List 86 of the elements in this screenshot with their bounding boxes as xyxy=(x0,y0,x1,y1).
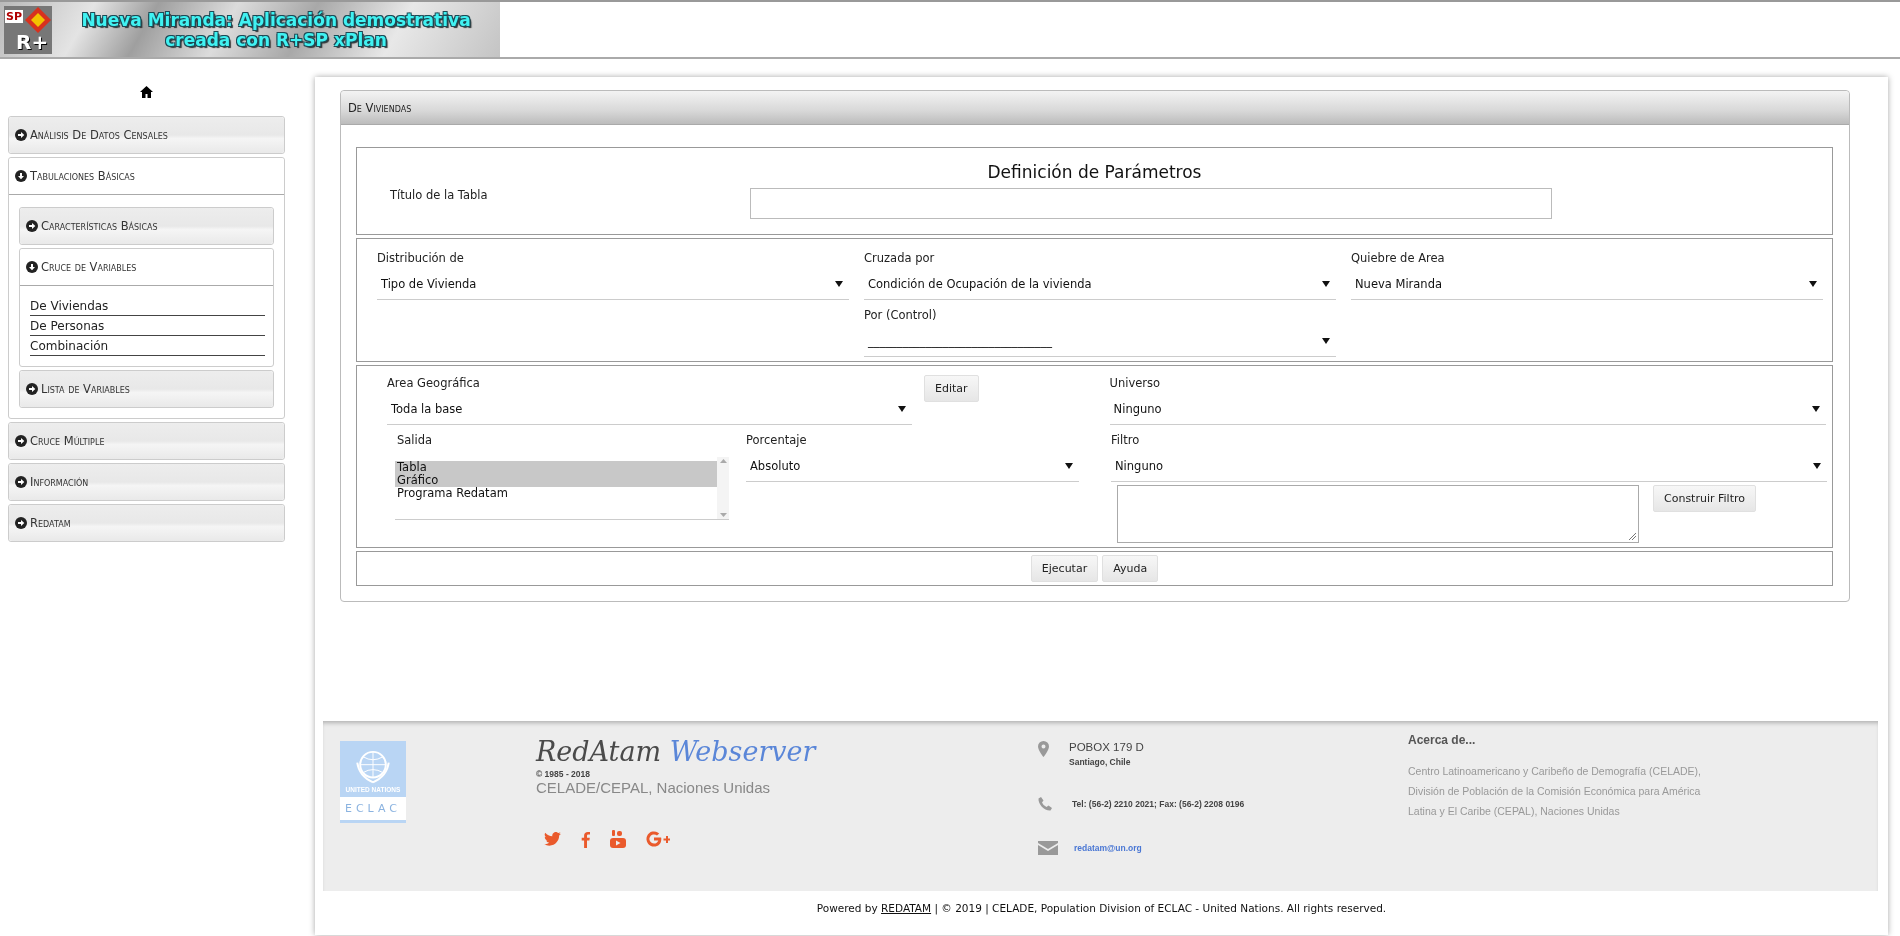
field-label: Título de la Tabla xyxy=(390,188,489,202)
accordion-header[interactable]: Redatam xyxy=(9,505,284,541)
accordion-header[interactable]: Características Básicas xyxy=(20,208,273,244)
field-label: Por (Control) xyxy=(864,307,938,324)
arrow-down-icon xyxy=(26,261,38,273)
about-title: Acerca de... xyxy=(1408,733,1477,747)
caret-down-icon xyxy=(1322,338,1330,344)
accordion-header[interactable]: Información xyxy=(9,464,284,500)
address-line: Santiago, Chile xyxy=(1069,757,1132,767)
action-button[interactable]: Ayuda xyxy=(1102,555,1159,582)
brand-name: Webserver xyxy=(669,736,816,767)
scroll-down-icon xyxy=(719,513,727,517)
dropdown[interactable]: Nueva Miranda xyxy=(1351,269,1823,300)
field-label: Quiebre de Area xyxy=(1351,250,1446,267)
f-logo-icon xyxy=(581,830,590,848)
caret-down-icon xyxy=(1813,463,1821,469)
arrow-right-icon xyxy=(26,383,38,395)
location-pin-icon xyxy=(1038,741,1049,757)
accordion-header[interactable]: Tabulaciones Básicas xyxy=(9,158,284,195)
nav-link[interactable]: Combinación xyxy=(30,336,265,356)
nav-link[interactable]: De Personas xyxy=(30,316,265,336)
listbox[interactable]: Tabla Gráfico Programa Redatam xyxy=(395,457,729,520)
phone-numbers: Tel: (56-2) 2210 2021; Fax: (56-2) 2208 0196 xyxy=(1072,799,1245,809)
list-option[interactable]: Tabla xyxy=(395,461,717,474)
caret-down-icon xyxy=(1811,406,1820,412)
diamond-icon xyxy=(24,5,52,34)
list-option[interactable]: Gráfico xyxy=(395,474,717,487)
copyright-notice: Powered by REDATAM | © 2019 | CELADE, Population Division of ECLAC - United Nations. All rights reserved. xyxy=(815,901,1388,917)
accordion-header[interactable]: Cruce de Variables xyxy=(20,249,273,286)
banner-title: Nueva Miranda: Aplicación demostrativa xyxy=(80,9,472,30)
nav-link[interactable]: De Viviendas xyxy=(30,296,265,316)
accordion-header[interactable]: Análisis De Datos Censales xyxy=(9,117,284,153)
logo-caption: ECLAC xyxy=(340,797,406,823)
field-label: Porcentaje xyxy=(746,432,808,449)
caret-down-icon xyxy=(898,406,906,412)
field-label: Filtro xyxy=(1111,432,1141,449)
field-label: Cruzada por xyxy=(864,250,936,267)
resize-grip-icon xyxy=(1629,533,1636,540)
section-heading: Definición de Parámetros xyxy=(986,162,1203,182)
brand-name: RedAtam xyxy=(536,736,662,767)
dropdown[interactable]: Ninguno xyxy=(1111,451,1827,482)
arrow-right-icon xyxy=(15,476,27,488)
list-option[interactable]: Programa Redatam xyxy=(395,487,717,500)
field-label: Area Geográfica xyxy=(387,375,481,392)
dropdown[interactable]: ________________________________ xyxy=(864,326,1336,357)
arrow-right-icon xyxy=(15,129,27,141)
arrow-right-icon xyxy=(15,517,27,529)
arrow-down-icon xyxy=(15,170,27,182)
dropdown[interactable]: Toda la base xyxy=(387,394,912,425)
build-filter-button[interactable]: Construir Filtro xyxy=(1653,485,1756,512)
address-line: POBOX 179 D xyxy=(1069,741,1144,753)
arrow-right-icon xyxy=(26,220,38,232)
text-area[interactable] xyxy=(1117,485,1639,543)
accordion-header[interactable]: Cruce Múltiple xyxy=(9,423,284,459)
redatam-link[interactable]: REDATAM xyxy=(881,902,932,914)
envelope-icon xyxy=(1038,841,1058,855)
banner-title: creada con R+SP xPlan xyxy=(164,29,388,50)
bird-icon xyxy=(544,832,561,846)
dropdown[interactable]: Condición de Ocupación de la vivienda xyxy=(864,269,1336,300)
logo-text: R+ xyxy=(16,29,49,54)
field-label: Universo xyxy=(1109,375,1162,392)
g-plus-logo-icon xyxy=(646,831,670,847)
caret-down-icon xyxy=(835,281,843,287)
field-label: Salida xyxy=(396,432,434,449)
panel-header: De Viviendas xyxy=(341,91,1849,125)
logo-text: SP xyxy=(5,9,23,23)
scroll-up-icon xyxy=(719,459,727,463)
copyright-years: © 1985 - 2018 xyxy=(536,769,591,779)
arrow-right-icon xyxy=(15,435,27,447)
dropdown[interactable]: Tipo de Vivienda xyxy=(377,269,849,300)
video-logo-icon xyxy=(610,830,626,848)
caret-down-icon xyxy=(1065,463,1073,469)
action-button[interactable]: Ejecutar xyxy=(1030,555,1099,582)
organization-name: CELADE/CEPAL, Naciones Unidas xyxy=(536,779,771,796)
dropdown[interactable]: Ninguno xyxy=(1109,394,1826,425)
dropdown[interactable]: Absoluto xyxy=(746,451,1079,482)
phone-icon xyxy=(1038,797,1052,811)
input-field[interactable] xyxy=(750,188,1552,219)
caret-down-icon xyxy=(1809,281,1817,287)
about-text: Centro Latinoamericano y Caribeño de Demografía (CELADE), División de Población de la Comisión Económica para América Latina y El Caribe (CEPAL), Naciones Unidas xyxy=(1408,764,1702,819)
field-label: Distribución de xyxy=(377,250,465,267)
email-link[interactable]: redatam@un.org xyxy=(1074,843,1142,853)
accordion-header[interactable]: Lista de Variables xyxy=(20,371,273,407)
edit-button[interactable]: Editar xyxy=(924,375,979,402)
caret-down-icon xyxy=(1322,281,1330,287)
home-icon xyxy=(140,86,153,98)
